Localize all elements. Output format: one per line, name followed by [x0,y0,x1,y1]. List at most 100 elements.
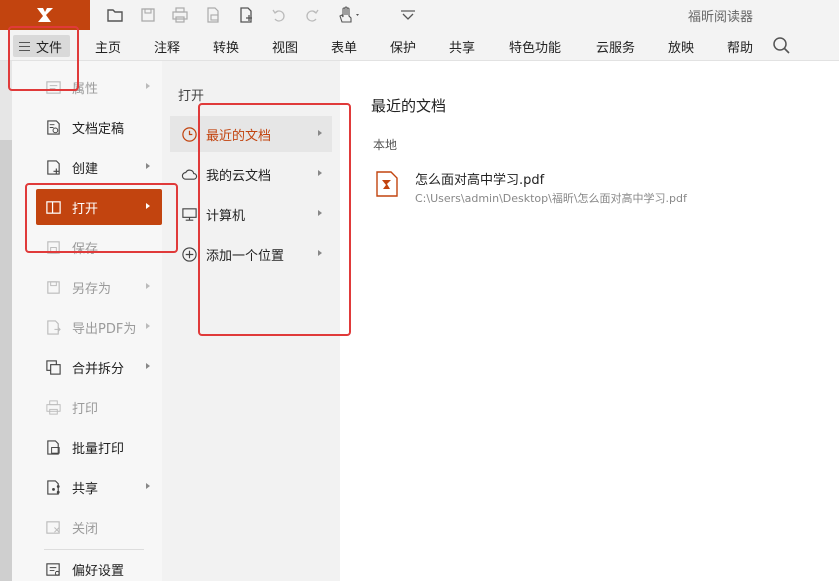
open-submenu-panel: 打开 最近的文档 我的云文档 计算机 添加一个位置 [162,61,340,581]
menu-bar: 主页 注释 转换 视图 表单 保护 共享 特色功能 云服务 放映 帮助 [0,30,839,61]
menu-cloud[interactable]: 云服务 [596,37,635,56]
file-menu-print[interactable]: 打印 [24,389,162,425]
recent-document-path: C:\Users\admin\Desktop\福昕\怎么面对高中学习.pdf [415,192,687,205]
clock-icon [180,125,198,143]
add-circle-icon [180,245,198,263]
menu-divider [44,549,144,550]
merge-split-icon [44,358,62,376]
cloud-icon [180,165,198,183]
submenu-arrow-icon [318,250,322,256]
file-menu-batch-print-label: 批量打印 [72,441,125,457]
file-menu-save-label: 保存 [72,241,99,257]
file-menu-preferences[interactable]: 偏好设置 [24,551,162,581]
file-menu-batch-print[interactable]: 批量打印 [24,429,162,465]
submenu-arrow-icon [146,483,150,489]
preferences-icon [44,560,62,578]
open-book-icon [44,198,62,216]
print-icon[interactable] [170,5,190,25]
file-menu-print-label: 打印 [72,401,99,417]
open-computer-label: 计算机 [206,208,246,224]
pdf-file-icon [376,171,398,197]
local-section-label: 本地 [373,138,398,152]
menu-slideshow[interactable]: 放映 [668,37,694,56]
share-icon [44,478,62,496]
app-logo[interactable] [0,0,90,30]
submenu-arrow-icon [318,210,322,216]
open-recent-documents-label: 最近的文档 [206,128,272,144]
file-menu-merge-split[interactable]: 合并拆分 [24,349,162,385]
menu-comment[interactable]: 注释 [154,37,180,56]
menu-features[interactable]: 特色功能 [509,37,561,56]
open-submenu-heading: 打开 [178,89,205,104]
menu-home[interactable]: 主页 [95,37,121,56]
file-menu-export-label: 导出PDF为 [72,321,137,337]
customize-dropdown-icon[interactable] [398,5,418,25]
submenu-arrow-icon [146,203,150,209]
hamburger-icon [19,41,30,51]
file-menu-preferences-label: 偏好设置 [72,563,125,579]
submenu-arrow-icon [318,130,322,136]
menu-view[interactable]: 视图 [272,37,298,56]
file-menu-merge-split-label: 合并拆分 [72,361,125,377]
file-menu-close[interactable]: 关闭 [24,509,162,545]
file-menu-close-label: 关闭 [72,521,99,537]
app-title: 福昕阅读器 [688,10,754,25]
menu-help[interactable]: 帮助 [727,37,753,56]
create-icon [44,158,62,176]
menu-form[interactable]: 表单 [331,37,357,56]
file-menu-label: 文件 [36,40,63,56]
open-add-location-label: 添加一个位置 [206,248,285,264]
file-menu-open-label: 打开 [72,201,99,217]
print-icon [44,398,62,416]
file-menu-share[interactable]: 共享 [24,469,162,505]
file-menu-save-as-label: 另存为 [72,281,112,297]
search-icon[interactable] [772,36,790,54]
file-menu-button[interactable]: 文件 [13,35,70,57]
undo-icon[interactable] [269,5,289,25]
file-menu-properties[interactable]: 属性 [24,69,162,105]
file-menu-save-as[interactable]: 另存为 [24,269,162,305]
open-cloud-documents[interactable]: 我的云文档 [170,156,332,192]
new-document-icon[interactable] [236,5,256,25]
open-add-location[interactable]: 添加一个位置 [170,236,332,272]
properties-icon [44,78,62,96]
submenu-arrow-icon [146,283,150,289]
save-icon [44,238,62,256]
recent-documents-panel: 最近的文档 本地 怎么面对高中学习.pdf C:\Users\admin\Des… [340,61,839,581]
file-menu-create-label: 创建 [72,161,99,177]
redo-icon[interactable] [302,5,322,25]
save-icon[interactable] [138,5,158,25]
file-menu-create[interactable]: 创建 [24,149,162,185]
submenu-arrow-icon [146,323,150,329]
computer-icon [180,205,198,223]
document-area-edge-dark [0,140,12,581]
file-menu-save[interactable]: 保存 [24,229,162,265]
hand-tool-icon[interactable] [337,5,363,25]
open-folder-icon[interactable] [105,5,125,25]
menu-share[interactable]: 共享 [449,37,475,56]
open-computer[interactable]: 计算机 [170,196,332,232]
submenu-arrow-icon [146,83,150,89]
finalize-document-icon [44,118,62,136]
close-document-icon [44,518,62,536]
batch-print-icon [44,438,62,456]
menu-convert[interactable]: 转换 [213,37,239,56]
file-menu-finalize-label: 文档定稿 [72,121,125,137]
submenu-arrow-icon [146,163,150,169]
foxit-logo-icon [37,8,53,22]
file-menu-finalize[interactable]: 文档定稿 [24,109,162,145]
scan-icon[interactable] [203,5,223,25]
recent-documents-title: 最近的文档 [371,97,447,115]
recent-document-item[interactable]: 怎么面对高中学习.pdf C:\Users\admin\Desktop\福昕\怎… [376,167,816,207]
open-cloud-documents-label: 我的云文档 [206,168,272,184]
file-menu-share-label: 共享 [72,481,99,497]
save-as-icon [44,278,62,296]
submenu-arrow-icon [318,170,322,176]
submenu-arrow-icon [146,363,150,369]
open-recent-documents[interactable]: 最近的文档 [170,116,332,152]
recent-document-name: 怎么面对高中学习.pdf [415,173,545,188]
file-menu-properties-label: 属性 [72,81,99,97]
file-menu-export[interactable]: 导出PDF为 [24,309,162,345]
file-menu-open[interactable]: 打开 [36,189,162,225]
menu-protect[interactable]: 保护 [390,37,416,56]
